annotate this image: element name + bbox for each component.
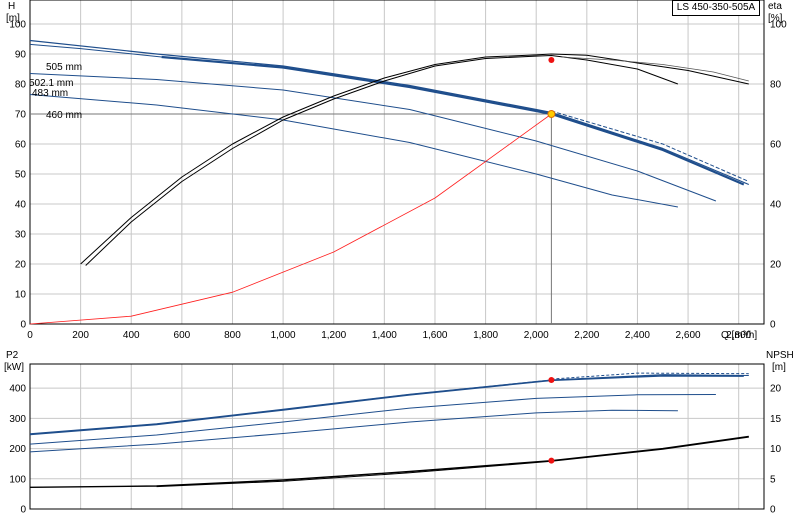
p2-tick-label: 0 bbox=[20, 505, 26, 516]
x-tick-label: 400 bbox=[123, 330, 140, 341]
p2-tick-label: 200 bbox=[9, 444, 26, 455]
npsh-axis-title: NPSH bbox=[766, 350, 794, 361]
npsh-tick-label: 15 bbox=[770, 414, 782, 425]
bottom-series-5 bbox=[29, 435, 749, 488]
top-plot-frame bbox=[29, 0, 765, 325]
npsh-tick-label: 10 bbox=[770, 444, 782, 455]
y-tick-label: 20 bbox=[15, 260, 27, 271]
y2-tick-label: 40 bbox=[770, 200, 782, 211]
x-tick-label: 1,800 bbox=[473, 330, 498, 341]
top-series-6 bbox=[29, 113, 552, 325]
x-tick-label: 1,200 bbox=[321, 330, 346, 341]
duty-point-head bbox=[547, 110, 556, 118]
x-tick-label: 2,000 bbox=[524, 330, 549, 341]
bottom-series-4 bbox=[29, 409, 678, 453]
y-tick-label: 90 bbox=[15, 50, 27, 61]
y-tick-label: 0 bbox=[20, 320, 26, 331]
duty-point-npsh bbox=[548, 457, 555, 464]
top-series-7 bbox=[80, 53, 749, 265]
x-tick-label: 2,200 bbox=[574, 330, 599, 341]
top-series-4 bbox=[29, 73, 717, 202]
y-tick-label: 70 bbox=[15, 110, 27, 121]
model-label: LS 450-350-505A bbox=[672, 0, 760, 16]
x-tick-label: 200 bbox=[72, 330, 89, 341]
y-tick-label: 80 bbox=[15, 80, 27, 91]
curve-label-460: 460 mm bbox=[46, 110, 82, 121]
x-tick-label: 800 bbox=[224, 330, 241, 341]
curve-label-483: 483 mm bbox=[32, 88, 68, 99]
x-axis-title: Q [m³/h] bbox=[721, 330, 757, 341]
y-tick-label: 30 bbox=[15, 230, 27, 241]
bottom-series-0 bbox=[29, 374, 749, 435]
npsh-tick-label: 5 bbox=[770, 474, 776, 485]
bottom-series-2 bbox=[29, 375, 744, 436]
y2-tick-label: 80 bbox=[770, 80, 782, 91]
eta-axis-title: eta bbox=[768, 1, 782, 12]
x-tick-label: 1,400 bbox=[372, 330, 397, 341]
npsh-axis-unit: [m] bbox=[772, 362, 786, 373]
x-tick-label: 600 bbox=[174, 330, 191, 341]
pump-curve-chart: 0 200 400 600 800 1,000 1,200 1,400 1,600 1,800 2,… bbox=[0, 0, 800, 520]
duty-point-power bbox=[548, 377, 555, 384]
x-tick-label: 2,600 bbox=[676, 330, 701, 341]
y2-tick-label: 60 bbox=[770, 140, 782, 151]
npsh-tick-label: 20 bbox=[770, 384, 782, 395]
curve-label-505: 505 mm bbox=[46, 62, 82, 73]
bottom-series-3 bbox=[29, 394, 716, 445]
y-tick-label: 10 bbox=[15, 290, 27, 301]
top-series-5 bbox=[29, 94, 678, 208]
x-tick-label: 1,600 bbox=[422, 330, 447, 341]
x-tick-label: 0 bbox=[27, 330, 33, 341]
eta-axis-unit: [%] bbox=[768, 13, 783, 24]
x-tick-label: 1,000 bbox=[271, 330, 296, 341]
y2-tick-label: 20 bbox=[770, 260, 782, 271]
y-tick-label: 50 bbox=[15, 170, 27, 181]
x-tick-label: 2,400 bbox=[625, 330, 650, 341]
npsh-tick-label: 0 bbox=[770, 505, 776, 516]
y-tick-label: 60 bbox=[15, 140, 27, 151]
top-series-3 bbox=[29, 43, 162, 58]
p2-axis-unit: [kW] bbox=[4, 362, 24, 373]
p2-tick-label: 100 bbox=[9, 474, 26, 485]
h-axis-title: H bbox=[8, 1, 15, 12]
h-axis-unit: [m] bbox=[6, 13, 20, 24]
p2-tick-label: 300 bbox=[9, 414, 26, 425]
chart-canvas: 0 200 400 600 800 1,000 1,200 1,400 1,600 1,800 2,… bbox=[4, 0, 794, 516]
y2-tick-label: 0 bbox=[770, 320, 776, 331]
top-series-0 bbox=[29, 39, 750, 186]
p2-axis-title: P2 bbox=[6, 350, 19, 361]
y-tick-label: 40 bbox=[15, 200, 27, 211]
duty-point-efficiency bbox=[548, 57, 555, 63]
p2-tick-label: 400 bbox=[9, 384, 26, 395]
